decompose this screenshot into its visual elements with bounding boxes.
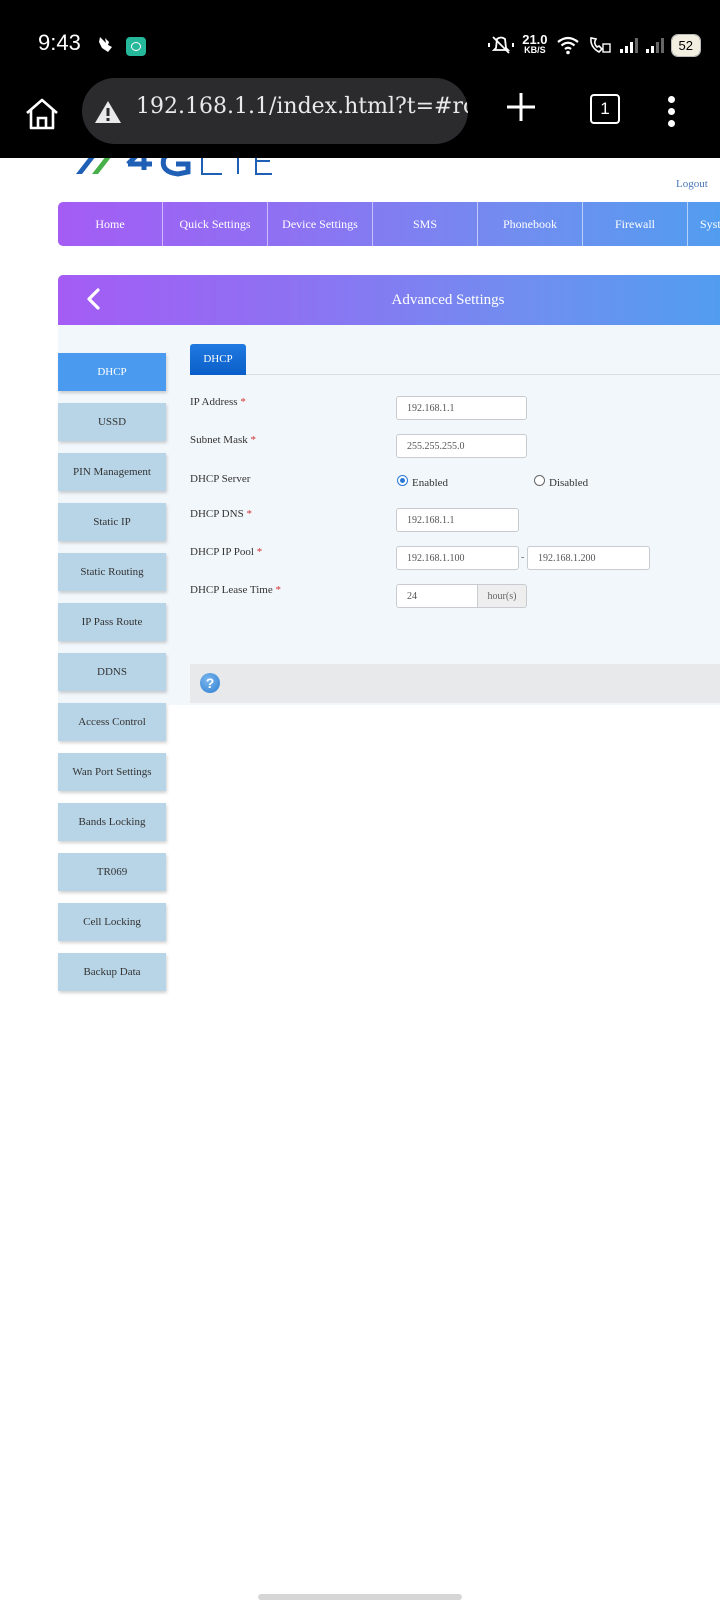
lease-time-unit: hour(s)	[478, 584, 527, 608]
signal-icon-sim1	[619, 37, 638, 53]
menu-icon[interactable]	[668, 96, 676, 127]
address-bar[interactable]: 192.168.1.1/index.html?t=#route	[82, 78, 468, 144]
home-icon[interactable]	[22, 94, 62, 134]
side-item-pin-management[interactable]: PIN Management	[58, 453, 166, 491]
nav-home[interactable]: Home	[58, 202, 163, 246]
dhcp-dns-input[interactable]: 192.168.1.1	[396, 508, 519, 532]
logout-link[interactable]: Logout	[676, 178, 708, 190]
side-item-ussd[interactable]: USSD	[58, 403, 166, 441]
tab-bar: DHCP	[190, 344, 720, 375]
side-item-ip-pass-route[interactable]: IP Pass Route	[58, 603, 166, 641]
side-item-cell-locking[interactable]: Cell Locking	[58, 903, 166, 941]
wifi-icon	[556, 36, 579, 55]
tab-dhcp[interactable]: DHCP	[190, 344, 246, 375]
panel-title: Advanced Settings	[391, 292, 505, 308]
status-time: 9:43	[38, 30, 81, 55]
status-indicators: 21.0 KB/S 52	[488, 32, 702, 58]
side-item-access-control[interactable]: Access Control	[58, 703, 166, 741]
dhcp-disabled-radio[interactable]	[534, 475, 545, 486]
dhcp-enabled-label: Enabled	[412, 477, 449, 489]
gesture-bar	[258, 1594, 462, 1600]
tabs-icon[interactable]: 1	[590, 94, 620, 124]
help-bar: ?	[190, 664, 720, 703]
dhcp-pool-start-input[interactable]: 192.168.1.100	[396, 546, 519, 570]
subnet-mask-label: Subnet Mask *	[190, 434, 256, 446]
side-nav: DHCP USSD PIN Management Static IP Stati…	[58, 353, 166, 1003]
nav-quick-settings[interactable]: Quick Settings	[163, 202, 268, 246]
side-item-backup-data[interactable]: Backup Data	[58, 953, 166, 991]
plus-icon[interactable]	[504, 90, 538, 124]
battery-indicator: 52	[670, 33, 702, 57]
web-page: Logout Home Quick Settings Device Settin…	[0, 158, 720, 1600]
top-nav: Home Quick Settings Device Settings SMS …	[58, 202, 720, 246]
url-text: 192.168.1.1/index.html?t=#route	[136, 94, 468, 119]
nav-firewall[interactable]: Firewall	[583, 202, 688, 246]
dhcp-lease-time-label: DHCP Lease Time *	[190, 584, 281, 596]
dhcp-ip-pool-label: DHCP IP Pool *	[190, 546, 263, 558]
nav-sms[interactable]: SMS	[373, 202, 478, 246]
side-item-dhcp[interactable]: DHCP	[58, 353, 166, 391]
side-item-static-ip[interactable]: Static IP	[58, 503, 166, 541]
subnet-mask-input[interactable]: 255.255.255.0	[396, 434, 527, 458]
pool-separator: -	[521, 552, 525, 563]
side-item-ddns[interactable]: DDNS	[58, 653, 166, 691]
help-icon[interactable]: ?	[200, 673, 220, 693]
side-item-bands-locking[interactable]: Bands Locking	[58, 803, 166, 841]
wifi-calling-icon	[589, 37, 611, 53]
chat-app-icon	[126, 37, 146, 56]
ip-address-label: IP Address *	[190, 396, 246, 408]
warning-icon[interactable]	[94, 100, 122, 124]
nav-device-settings[interactable]: Device Settings	[268, 202, 373, 246]
dhcp-lease-time-input[interactable]: 24	[396, 584, 478, 608]
dhcp-server-label: DHCP Server	[190, 473, 251, 485]
panel-header: Advanced Settings	[58, 275, 720, 325]
network-speed: 21.0 KB/S	[522, 32, 548, 55]
status-bar: 9:43 21.0 KB/S 52	[0, 0, 720, 78]
dhcp-disabled-label: Disabled	[549, 477, 589, 489]
side-item-tr069[interactable]: TR069	[58, 853, 166, 891]
gesture-hand-icon	[99, 37, 112, 52]
nav-phonebook[interactable]: Phonebook	[478, 202, 583, 246]
mute-bell-icon	[488, 36, 515, 54]
nav-system[interactable]: Syste	[688, 202, 720, 246]
browser-toolbar: 192.168.1.1/index.html?t=#route 1	[0, 78, 720, 158]
dhcp-dns-label: DHCP DNS *	[190, 508, 252, 520]
signal-icon-sim2	[645, 37, 664, 53]
dhcp-pool-end-input[interactable]: 192.168.1.200	[527, 546, 650, 570]
side-item-static-routing[interactable]: Static Routing	[58, 553, 166, 591]
dhcp-enabled-radio[interactable]	[397, 475, 408, 486]
router-logo-icon	[76, 158, 272, 177]
ip-address-input[interactable]: 192.168.1.1	[396, 396, 527, 420]
side-item-wan-port-settings[interactable]: Wan Port Settings	[58, 753, 166, 791]
